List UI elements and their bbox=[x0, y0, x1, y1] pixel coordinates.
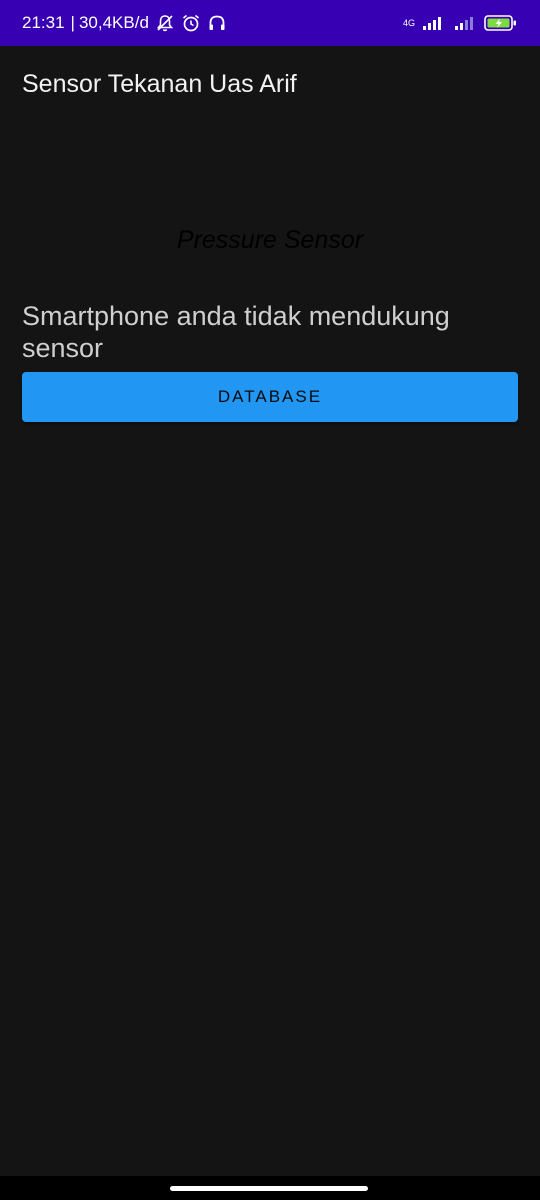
status-right: 4G bbox=[403, 13, 518, 33]
sensor-name-label: Pressure Sensor bbox=[176, 226, 364, 254]
signal-weak-icon bbox=[454, 13, 478, 33]
app-title: Sensor Tekanan Uas Arif bbox=[22, 69, 297, 98]
network-type: 4G bbox=[402, 17, 415, 28]
signal-icon bbox=[422, 13, 448, 33]
database-button[interactable]: DATABASE bbox=[22, 372, 518, 422]
status-separator: | bbox=[70, 13, 75, 32]
navigation-bar bbox=[0, 1176, 540, 1200]
status-net-speed: 30,4KB/d bbox=[78, 13, 149, 32]
app-screen: 21:31 | 30,4KB/d 4G Sensor Tekanan Uas A… bbox=[0, 0, 540, 1200]
unsupported-sensor-message: Smartphone anda tidak mendukung sensor bbox=[22, 301, 450, 363]
status-time: 21:31 bbox=[22, 13, 65, 32]
alarm-icon bbox=[181, 13, 201, 33]
headphones-icon bbox=[207, 13, 227, 33]
app-bar: Sensor Tekanan Uas Arif bbox=[0, 46, 540, 128]
home-gesture-handle[interactable] bbox=[170, 1186, 368, 1191]
status-left: 21:31 | 30,4KB/d bbox=[22, 13, 227, 33]
status-bar: 21:31 | 30,4KB/d 4G bbox=[0, 0, 540, 46]
battery-charging-icon bbox=[484, 13, 518, 33]
mute-notification-icon bbox=[155, 13, 175, 33]
